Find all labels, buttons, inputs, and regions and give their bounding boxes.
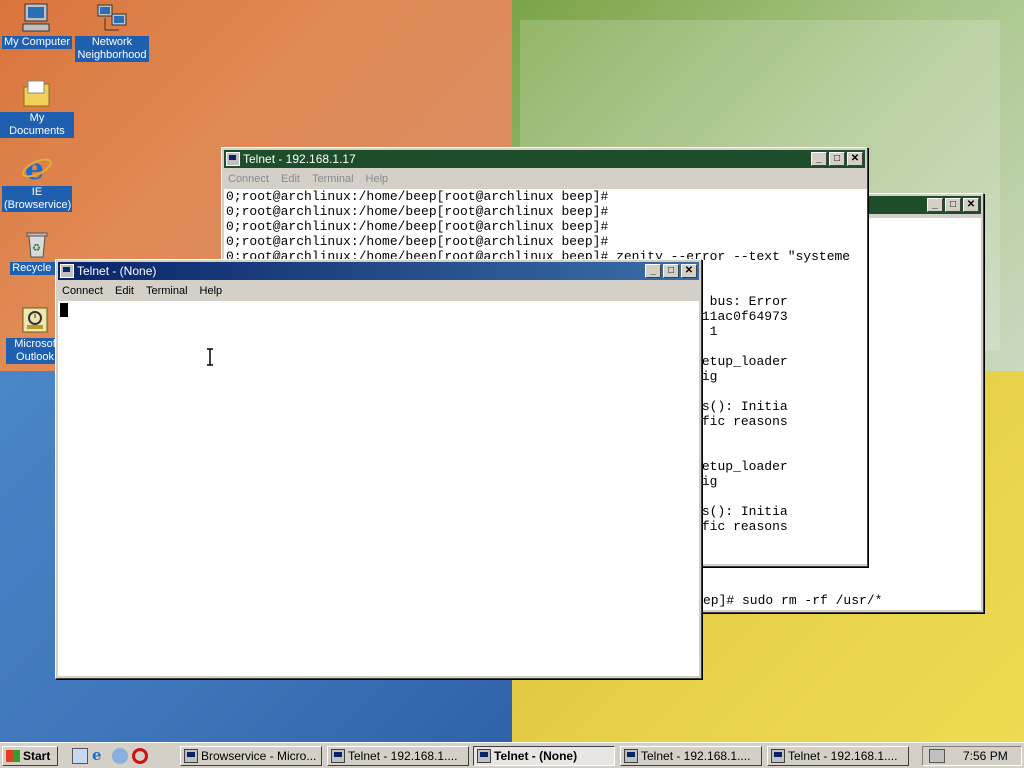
task-label: Browservice - Micro... <box>201 749 317 763</box>
menu-help[interactable]: Help <box>200 285 223 297</box>
window-title: Telnet - 192.168.1.17 <box>243 152 356 166</box>
system-tray: 7:56 PM <box>922 746 1022 766</box>
desktop: My Computer Network Neighborhood My Docu… <box>0 0 1024 742</box>
task-label: Telnet - 192.168.1.... <box>348 749 458 763</box>
ibeam-cursor-icon <box>144 333 214 366</box>
menu-connect[interactable]: Connect <box>228 173 269 185</box>
task-label: Telnet - 192.168.1.... <box>641 749 751 763</box>
telnet-task-icon <box>477 749 491 763</box>
my-computer-shortcut[interactable]: My Computer <box>0 2 74 49</box>
quick-launch: e <box>72 748 148 764</box>
menu-terminal[interactable]: Terminal <box>312 173 354 185</box>
telnet-task-icon <box>331 749 345 763</box>
front-window-titlebar[interactable]: Telnet - (None) _ □ ✕ <box>58 262 699 280</box>
my-computer-icon <box>21 2 53 34</box>
svg-text:♻: ♻ <box>32 243 41 254</box>
show-desktop-icon[interactable] <box>72 748 88 764</box>
my-documents-label: My Documents <box>0 112 74 138</box>
task-telnet-3[interactable]: Telnet - 192.168.1.... <box>767 746 909 766</box>
terminal-line: ep]# sudo rm -rf /usr/* <box>703 593 883 608</box>
telnet-icon <box>60 264 74 278</box>
outlook-express-icon[interactable] <box>112 748 128 764</box>
outlook-icon <box>19 304 51 336</box>
network-neighborhood-shortcut[interactable]: Network Neighborhood <box>75 2 149 62</box>
window-title: Telnet - (None) <box>77 264 157 278</box>
ie-task-icon <box>184 749 198 763</box>
close-button[interactable]: ✕ <box>847 152 863 166</box>
task-telnet-2[interactable]: Telnet - 192.168.1.... <box>620 746 762 766</box>
minimize-button[interactable]: _ <box>927 198 943 212</box>
my-documents-shortcut[interactable]: My Documents <box>0 78 74 138</box>
clock[interactable]: 7:56 PM <box>963 749 1008 763</box>
folder-icon <box>21 78 53 110</box>
maximize-button[interactable]: □ <box>945 198 961 212</box>
start-label: Start <box>23 749 51 763</box>
task-label: Telnet - (None) <box>494 749 578 763</box>
menu-help[interactable]: Help <box>366 173 389 185</box>
svg-text:e: e <box>25 152 44 184</box>
my-computer-label: My Computer <box>1 36 73 49</box>
minimize-button[interactable]: _ <box>811 152 827 166</box>
start-button[interactable]: Start <box>2 746 58 766</box>
maximize-button[interactable]: □ <box>663 264 679 278</box>
menu-edit[interactable]: Edit <box>281 173 300 185</box>
menu-connect[interactable]: Connect <box>62 285 103 297</box>
front-terminal-area[interactable] <box>58 301 699 676</box>
task-browservice[interactable]: Browservice - Micro... <box>180 746 322 766</box>
close-button[interactable]: ✕ <box>681 264 697 278</box>
mid-menubar: Connect Edit Terminal Help <box>222 170 867 188</box>
recycle-bin-icon: ♻ <box>21 228 53 260</box>
telnet-task-icon <box>624 749 638 763</box>
menu-edit[interactable]: Edit <box>115 285 134 297</box>
maximize-button[interactable]: □ <box>829 152 845 166</box>
task-label: Telnet - 192.168.1.... <box>788 749 898 763</box>
terminal-line: 0;root@archlinux:/home/beep[root@archlin… <box>226 234 609 249</box>
internet-explorer-icon: e <box>21 152 53 187</box>
telnet-window-none[interactable]: Telnet - (None) _ □ ✕ Connect Edit Termi… <box>55 259 702 679</box>
minimize-button[interactable]: _ <box>645 264 661 278</box>
telnet-icon <box>226 152 240 166</box>
text-cursor-block <box>60 303 68 317</box>
telnet-task-icon <box>771 749 785 763</box>
network-tray-icon[interactable] <box>929 749 945 763</box>
menu-terminal[interactable]: Terminal <box>146 285 188 297</box>
taskbar: Start e Browservice - Micro... Telnet - … <box>0 742 1024 768</box>
internet-explorer-icon[interactable]: e <box>92 748 108 764</box>
ie-browservice-label: IE (Browservice) <box>2 186 72 212</box>
terminal-line: 0;root@archlinux:/home/beep[root@archlin… <box>226 219 609 234</box>
terminal-line: 0;root@archlinux:/home/beep[root@archlin… <box>226 189 609 204</box>
network-icon <box>96 2 128 34</box>
network-neighborhood-label: Network Neighborhood <box>75 36 149 62</box>
task-telnet-none[interactable]: Telnet - (None) <box>473 746 615 766</box>
windows-logo-icon <box>6 750 20 762</box>
task-telnet-1[interactable]: Telnet - 192.168.1.... <box>327 746 469 766</box>
terminal-line: 0;root@archlinux:/home/beep[root@archlin… <box>226 204 609 219</box>
ie-browservice-shortcut[interactable]: e IE (Browservice) <box>0 152 74 212</box>
close-button[interactable]: ✕ <box>963 198 979 212</box>
front-menubar: Connect Edit Terminal Help <box>56 282 701 300</box>
opera-icon[interactable] <box>132 748 148 764</box>
mid-window-titlebar[interactable]: Telnet - 192.168.1.17 _ □ ✕ <box>224 150 865 168</box>
